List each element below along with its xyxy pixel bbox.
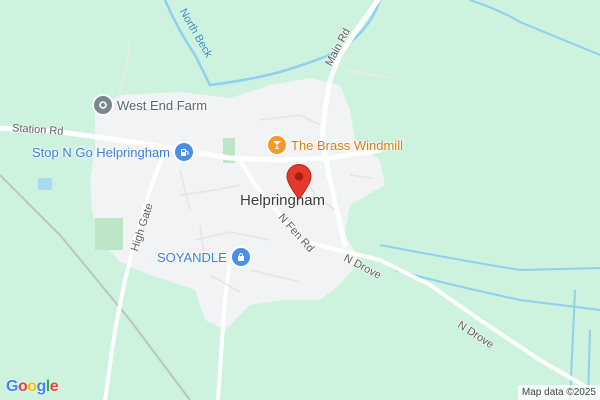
map-attribution[interactable]: Map data ©2025 — [517, 385, 600, 400]
map-canvas[interactable]: Station Rd Main Rd High Gate N Fen Rd N … — [0, 0, 600, 400]
track — [344, 69, 391, 79]
poi-soyandle[interactable]: SOYANDLE — [157, 248, 250, 266]
poi-west-end-farm[interactable]: West End Farm — [94, 96, 207, 114]
poi-label: West End Farm — [117, 97, 208, 113]
poi-label: Stop N Go Helpringham — [32, 144, 171, 160]
poi-label: The Brass Windmill — [291, 137, 403, 153]
fuel-pump-icon — [175, 143, 194, 161]
stream — [379, 244, 600, 272]
town-label: Helpringham — [240, 192, 326, 209]
cocktail-glass-icon — [268, 136, 286, 154]
poi-label: SOYANDLE — [157, 249, 227, 265]
red-map-pin-icon[interactable] — [286, 164, 312, 200]
field-patch — [95, 218, 123, 250]
poi-the-brass-windmill[interactable]: The Brass Windmill — [268, 136, 403, 154]
shopping-bag-icon — [231, 248, 250, 266]
google-logo: Google — [6, 378, 59, 395]
poi-stop-n-go[interactable]: Stop N Go Helpringham — [32, 143, 194, 161]
location-dot-icon — [94, 96, 112, 114]
village-area — [90, 78, 385, 330]
stream — [394, 269, 600, 311]
pond — [38, 178, 52, 190]
stream — [469, 0, 600, 56]
